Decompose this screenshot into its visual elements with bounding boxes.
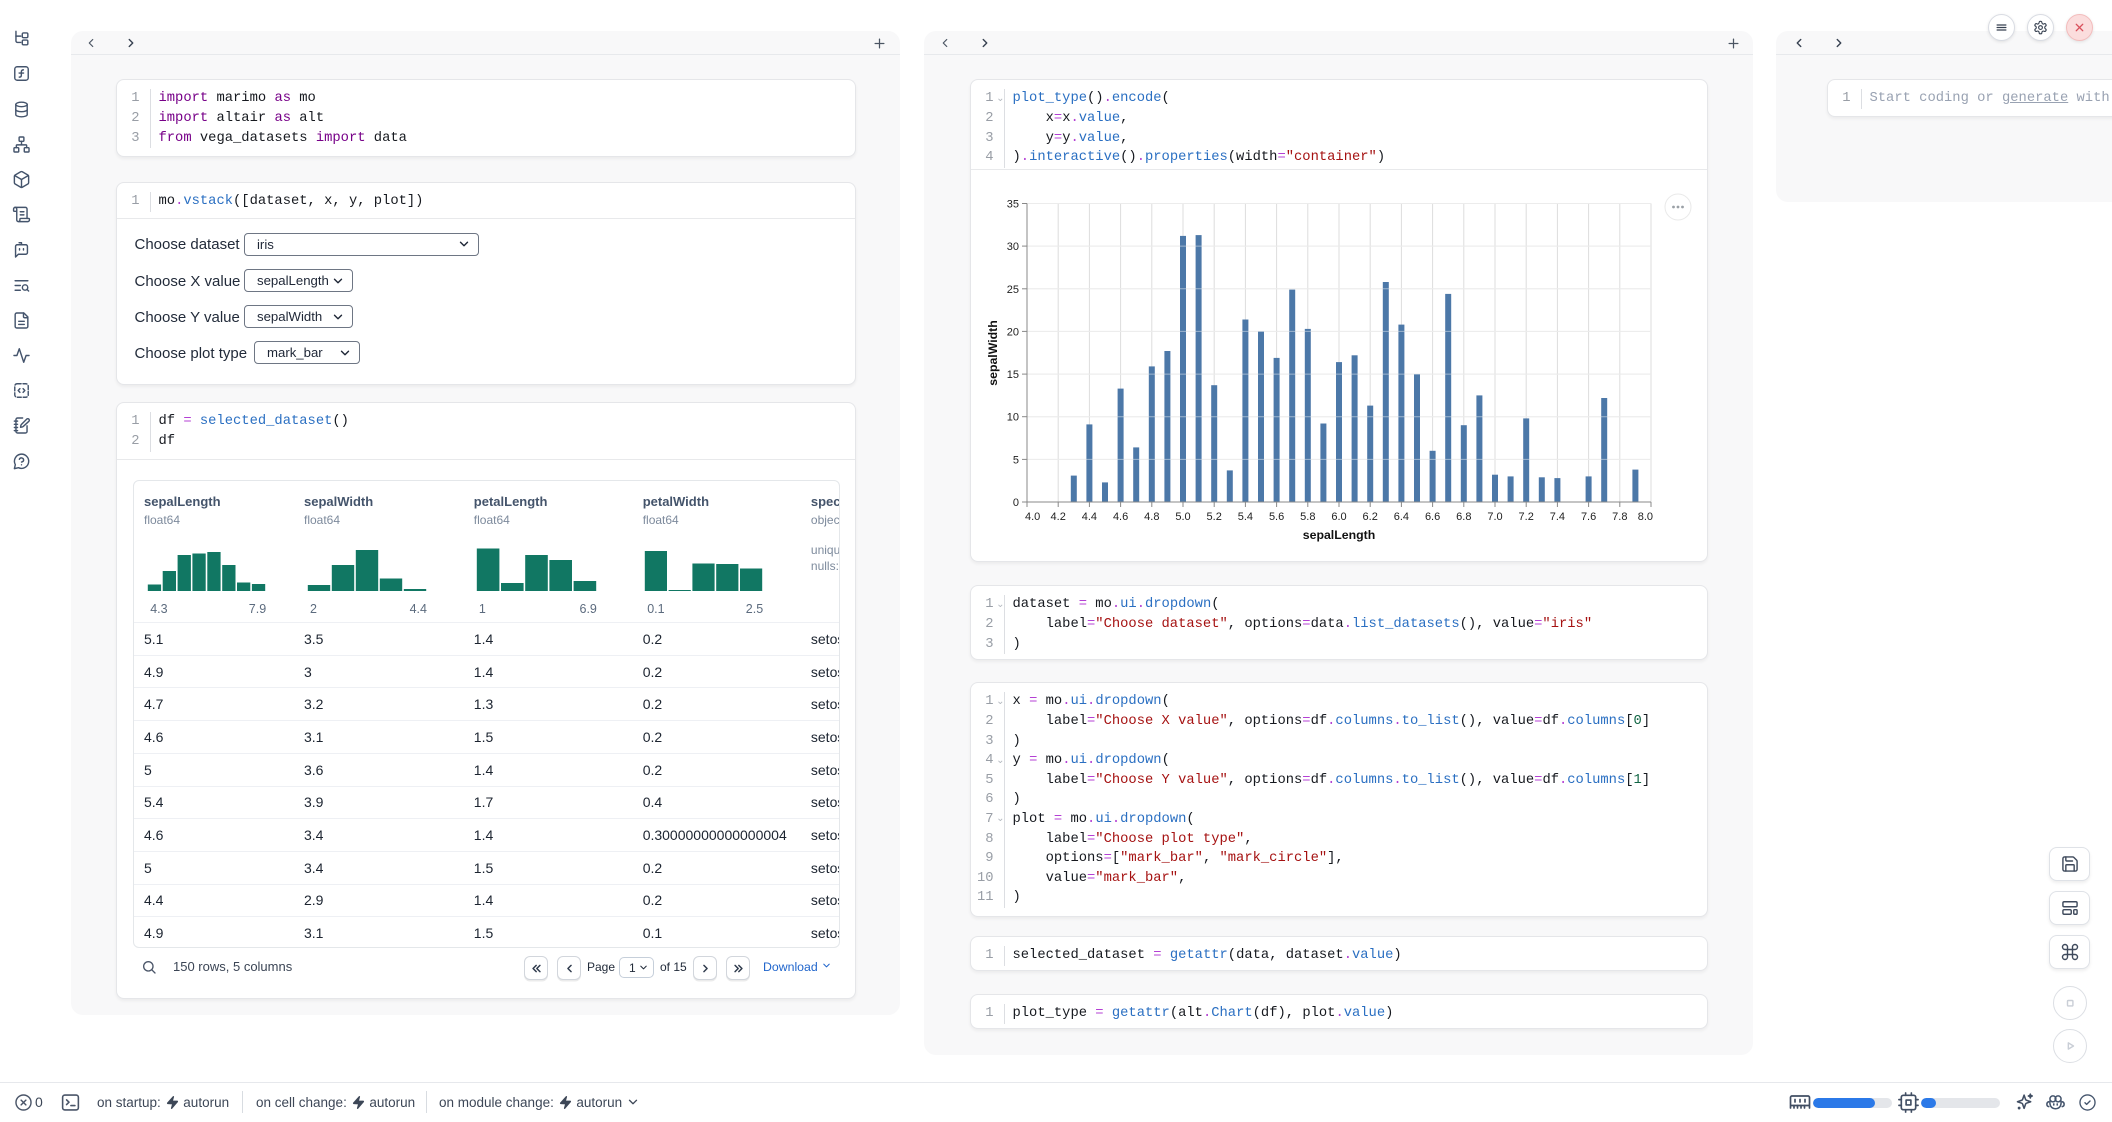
svg-text:4.2: 4.2 (1051, 511, 1066, 523)
svg-text:15: 15 (1007, 369, 1019, 381)
svg-text:7.4: 7.4 (1550, 511, 1565, 523)
svg-text:4.6: 4.6 (1113, 511, 1128, 523)
svg-text:20: 20 (1007, 326, 1019, 338)
svg-text:7.0: 7.0 (1487, 511, 1502, 523)
svg-text:sepalWidth: sepalWidth (986, 320, 1000, 385)
svg-text:7.6: 7.6 (1581, 511, 1596, 523)
svg-text:6.8: 6.8 (1456, 511, 1471, 523)
svg-text:5.0: 5.0 (1175, 511, 1190, 523)
svg-text:35: 35 (1007, 199, 1019, 211)
svg-text:5.8: 5.8 (1300, 511, 1315, 523)
svg-text:7.8: 7.8 (1612, 511, 1627, 523)
svg-text:4.8: 4.8 (1144, 511, 1159, 523)
svg-text:7.2: 7.2 (1519, 511, 1534, 523)
svg-text:6.2: 6.2 (1363, 511, 1378, 523)
svg-text:5.2: 5.2 (1207, 511, 1222, 523)
svg-text:5.6: 5.6 (1269, 511, 1284, 523)
svg-text:6.4: 6.4 (1394, 511, 1409, 523)
svg-text:4.4: 4.4 (1082, 511, 1097, 523)
svg-text:6.6: 6.6 (1425, 511, 1440, 523)
svg-text:5: 5 (1013, 454, 1019, 466)
svg-text:0: 0 (1013, 497, 1019, 509)
svg-text:8.0: 8.0 (1638, 511, 1653, 523)
svg-text:6.0: 6.0 (1331, 511, 1346, 523)
svg-text:10: 10 (1007, 412, 1019, 424)
svg-text:4.0: 4.0 (1025, 511, 1040, 523)
svg-text:5.4: 5.4 (1238, 511, 1253, 523)
svg-text:25: 25 (1007, 284, 1019, 296)
svg-text:sepalLength: sepalLength (1303, 528, 1375, 542)
svg-text:30: 30 (1007, 241, 1019, 253)
